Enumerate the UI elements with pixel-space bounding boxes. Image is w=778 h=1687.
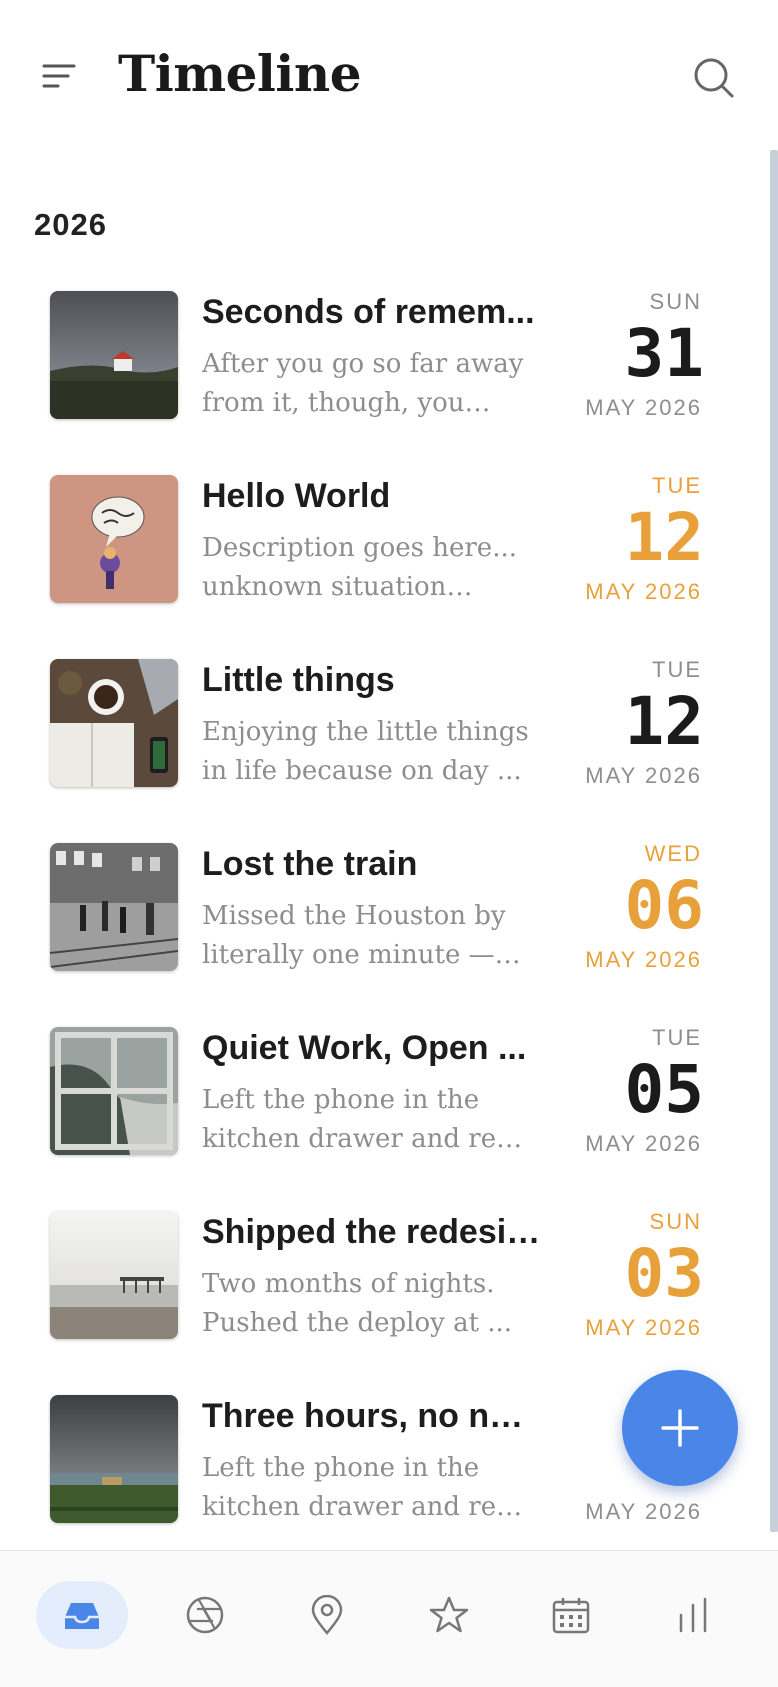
entry-day: 03 (624, 1235, 704, 1312)
entry-month: MAY 2026 (585, 579, 702, 604)
entry-day: 12 (624, 683, 704, 760)
entry-excerpt: Missed the Houston by literally one minu… (202, 901, 506, 970)
entry-title: Quiet Work, Open ... (202, 1029, 527, 1067)
entry-excerpt: Enjoying the little things in life becau… (202, 717, 529, 786)
entry-title: Shipped the redesign (202, 1213, 542, 1251)
timeline-entry[interactable]: Shipped the redesign Two months of night… (0, 1209, 760, 1371)
entry-weekday: SUN (649, 289, 702, 314)
entry-excerpt: Left the phone in the kitchen drawer and… (202, 1085, 529, 1154)
entry-photo-house-field (50, 291, 178, 419)
entry-month: MAY 2026 (585, 947, 702, 972)
entry-month: MAY 2026 (585, 1315, 702, 1340)
plus-icon (661, 1409, 699, 1447)
entry-month: MAY 2026 (585, 1499, 702, 1524)
menu-button[interactable] (40, 60, 80, 96)
app-bar: Timeline (0, 0, 778, 150)
year-heading: 2026 (34, 207, 107, 242)
timeline-entry[interactable]: Quiet Work, Open ... Left the phone in t… (0, 1025, 760, 1187)
entry-title: Lost the train (202, 845, 418, 883)
entry-day: 05 (624, 1051, 704, 1128)
entry-excerpt: Description goes here... unknown situati… (202, 533, 517, 602)
search-icon (694, 58, 734, 98)
timeline-entry[interactable]: Little things Enjoying the little things… (0, 657, 760, 819)
entry-weekday: WED (644, 841, 702, 866)
entry-excerpt: After you go so far away from it, though… (202, 349, 524, 418)
entry-photo-speech-toy (50, 475, 178, 603)
nav-item-calendar[interactable] (525, 1581, 617, 1649)
bottom-nav (0, 1550, 778, 1687)
timeline-entry[interactable]: Seconds of remem... After you go so far … (0, 289, 760, 451)
entry-title: Little things (202, 661, 395, 699)
entry-title: Three hours, no not... (202, 1397, 542, 1435)
entry-photo-stormy-field (50, 1395, 178, 1523)
entry-excerpt: Left the phone in the kitchen drawer and… (202, 1453, 529, 1522)
entry-photo-beach-pier (50, 1211, 178, 1339)
entry-day: 12 (624, 499, 704, 576)
add-entry-button[interactable] (622, 1370, 738, 1486)
entry-photo-window-coast (50, 1027, 178, 1155)
entry-weekday: SUN (649, 1209, 702, 1234)
entry-photo-street-crowd (50, 843, 178, 971)
entry-excerpt: Two months of nights. Pushed the deploy … (202, 1269, 513, 1338)
nav-item-stats[interactable] (647, 1581, 739, 1649)
map-pin-icon (311, 1595, 343, 1635)
timeline-entry[interactable]: Hello World Description goes here... unk… (0, 473, 760, 635)
search-button[interactable] (692, 56, 736, 100)
nav-item-inbox[interactable] (36, 1581, 128, 1649)
scrollbar-thumb[interactable] (770, 150, 778, 1532)
aperture-icon (186, 1596, 224, 1634)
entry-title: Hello World (202, 477, 391, 515)
entry-month: MAY 2026 (585, 395, 702, 420)
entry-weekday: TUE (652, 1025, 702, 1050)
nav-item-favorites[interactable] (403, 1581, 495, 1649)
entry-weekday: TUE (652, 657, 702, 682)
entry-photo-desk-coffee (50, 659, 178, 787)
inbox-icon (65, 1603, 99, 1629)
entry-weekday: TUE (652, 473, 702, 498)
entry-month: MAY 2026 (585, 1131, 702, 1156)
entry-day: 31 (624, 315, 704, 392)
nav-item-camera[interactable] (159, 1581, 251, 1649)
page-title: Timeline (118, 44, 362, 103)
calendar-icon (552, 1598, 590, 1634)
entry-title: Seconds of remem... (202, 293, 535, 331)
menu-lines-icon (42, 64, 76, 88)
scrollbar[interactable] (770, 150, 778, 1532)
bar-chart-icon (679, 1597, 707, 1633)
nav-item-places[interactable] (281, 1581, 373, 1649)
entry-month: MAY 2026 (585, 763, 702, 788)
star-icon (429, 1596, 469, 1633)
timeline-entry[interactable]: Lost the train Missed the Houston by lit… (0, 841, 760, 1003)
entry-day: 06 (624, 867, 704, 944)
